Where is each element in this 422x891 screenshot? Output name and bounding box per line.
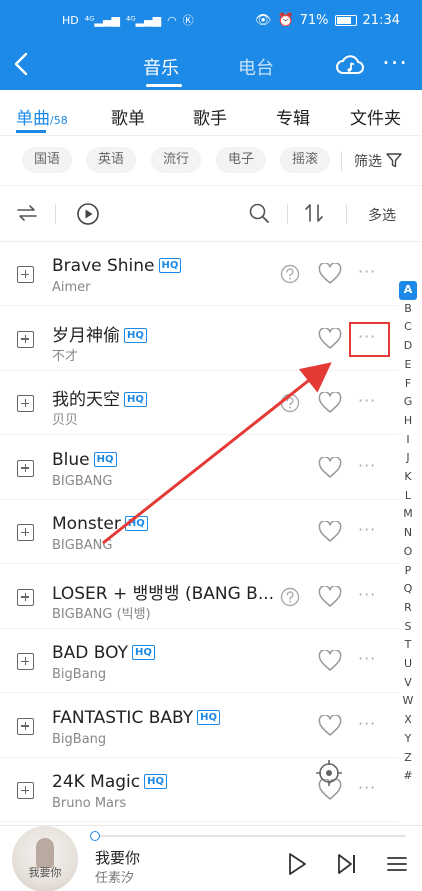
playlist-icon[interactable] [386,853,408,879]
album-cover[interactable]: 我要你 [12,826,78,891]
now-playing-artist: 任素汐 [95,871,135,886]
next-icon[interactable] [336,852,358,880]
progress-track[interactable] [94,835,406,837]
now-playing-title: 我要你 [95,849,141,867]
cover-title: 我要你 [28,866,62,879]
annotation-arrow [102,362,332,545]
progress-handle[interactable] [90,831,100,841]
locate-icon[interactable] [314,758,344,788]
play-icon[interactable] [286,852,308,880]
